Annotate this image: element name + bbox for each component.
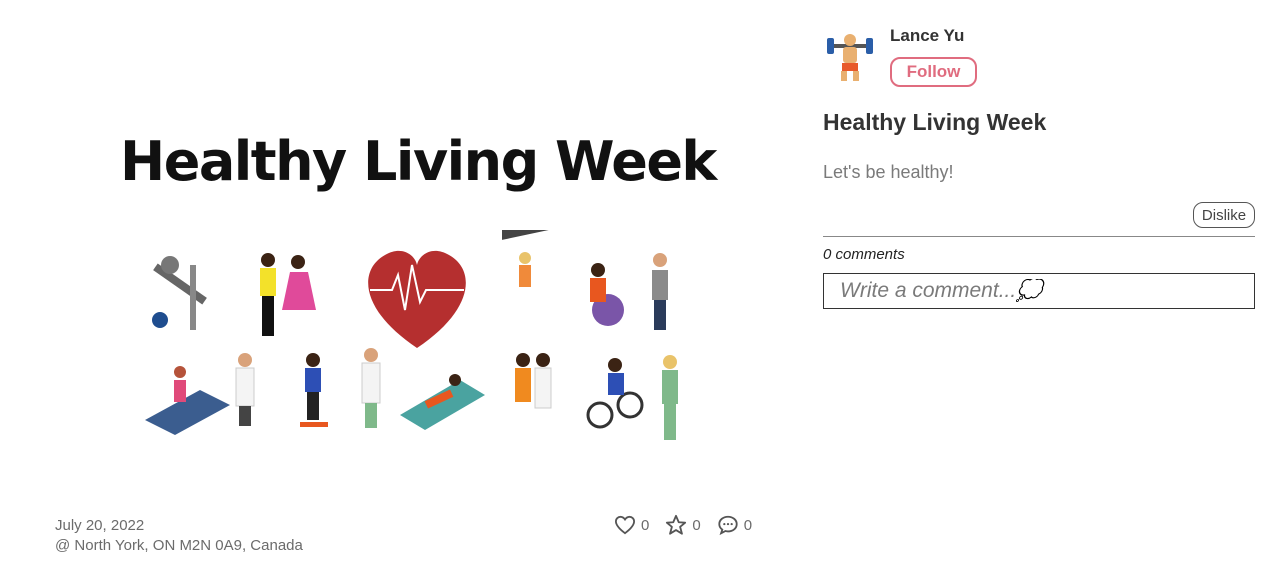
heart-icon-graphic bbox=[368, 250, 466, 348]
divider bbox=[823, 236, 1255, 237]
post-stats: 0 0 0 bbox=[614, 514, 752, 536]
post-body: Let's be healthy! bbox=[823, 162, 954, 182]
ball-exercise-figure bbox=[590, 263, 624, 326]
like-stat[interactable]: 0 bbox=[614, 515, 649, 535]
post-location: @ North York, ON M2N 0A9, Canada bbox=[55, 537, 303, 554]
follow-button[interactable]: Follow bbox=[890, 57, 977, 87]
scrubs-figure bbox=[662, 355, 678, 440]
comments-count: 0 comments bbox=[823, 246, 905, 263]
image-headline: Healthy Living Week bbox=[120, 130, 717, 193]
post-title: Healthy Living Week bbox=[823, 109, 1047, 135]
cyclist-figure bbox=[586, 358, 644, 429]
consultation-figures bbox=[515, 353, 552, 409]
heart-icon[interactable] bbox=[614, 515, 636, 535]
like-count: 0 bbox=[641, 516, 650, 534]
comment-count: 0 bbox=[743, 516, 753, 534]
treadmill-figure bbox=[502, 230, 554, 287]
post-date: July 20, 2022 bbox=[55, 517, 145, 534]
bench-press-figure bbox=[152, 256, 207, 330]
stretching-figure bbox=[652, 253, 668, 330]
star-icon[interactable] bbox=[665, 514, 687, 536]
star-count: 0 bbox=[692, 516, 701, 534]
star-stat[interactable]: 0 bbox=[665, 514, 701, 536]
yoga-mat-figure bbox=[145, 366, 230, 435]
author-name[interactable]: Lance Yu bbox=[890, 26, 964, 46]
skateboarder-figure bbox=[300, 353, 328, 427]
dislike-button[interactable]: Dislike bbox=[1193, 202, 1255, 228]
post-meta: July 20, 2022 @ North York, ON M2N 0A9, … bbox=[55, 516, 303, 556]
comment-input[interactable] bbox=[823, 273, 1255, 309]
fitness-illustration bbox=[145, 230, 678, 440]
dancers-figure bbox=[260, 253, 316, 336]
doctor-figure bbox=[235, 353, 255, 426]
post-image: Healthy Living Week bbox=[0, 0, 800, 500]
avatar[interactable] bbox=[823, 30, 877, 84]
comment-icon[interactable] bbox=[717, 514, 739, 536]
mat-exercise-figure bbox=[400, 374, 485, 430]
comment-stat[interactable]: 0 bbox=[717, 514, 752, 536]
nurse-figure bbox=[361, 348, 381, 428]
